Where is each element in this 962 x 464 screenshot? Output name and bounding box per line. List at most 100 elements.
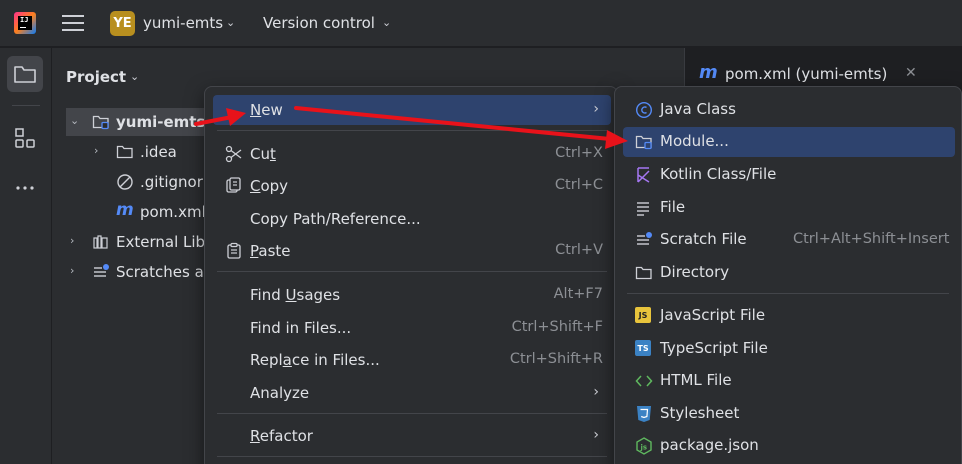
file-icon	[637, 202, 649, 216]
menu-item-label: Copy Path/Reference...	[250, 210, 421, 228]
svg-text:js: js	[640, 444, 648, 452]
tree-item-label: pom.xml	[140, 203, 206, 221]
shortcut-label: Ctrl+Shift+F	[511, 319, 603, 335]
ignore-file-icon	[117, 174, 133, 190]
project-name[interactable]: yumi-emts	[143, 14, 223, 32]
menu-item-find-in-files[interactable]: Find in Files... Ctrl+Shift+F	[213, 313, 611, 343]
html-icon	[635, 375, 653, 387]
version-control-menu[interactable]: Version control	[263, 14, 375, 32]
chevron-right-icon: ›	[593, 384, 599, 400]
more-tools-button[interactable]	[7, 170, 43, 206]
module-folder-icon	[92, 115, 109, 130]
tree-item-label: yumi-emts	[116, 113, 206, 131]
module-icon	[635, 135, 652, 150]
new-submenu: Java Class Module... Kotlin Class/File F…	[614, 86, 962, 464]
submenu-item-html[interactable]: HTML File	[623, 366, 955, 396]
chevron-right-icon[interactable]: ›	[70, 264, 74, 277]
menu-item-analyze[interactable]: Analyze ›	[213, 378, 611, 408]
scratches-icon	[94, 264, 109, 277]
menu-separator	[217, 456, 607, 457]
submenu-item-module[interactable]: Module...	[623, 127, 955, 157]
submenu-item-label: HTML File	[660, 371, 732, 389]
chevron-down-icon[interactable]: ⌄	[70, 114, 79, 127]
folder-icon	[116, 145, 133, 159]
typescript-icon: TS	[635, 340, 651, 356]
submenu-item-label: Module...	[660, 132, 729, 150]
chevron-down-icon[interactable]: ⌄	[382, 16, 391, 29]
shortcut-label: Ctrl+C	[554, 177, 603, 193]
chevron-down-icon[interactable]: ⌄	[130, 70, 139, 83]
tree-item-label: External Libr	[116, 233, 212, 251]
paste-icon	[227, 242, 241, 259]
submenu-item-typescript[interactable]: TS TypeScript File	[623, 334, 955, 364]
directory-icon	[635, 266, 652, 280]
menu-item-new[interactable]: New ›	[213, 95, 611, 125]
menu-item-paste[interactable]: Paste Ctrl+V	[213, 236, 611, 266]
menu-item-label: Paste	[250, 242, 291, 260]
chevron-right-icon: ›	[593, 101, 599, 117]
maven-icon: m	[699, 62, 718, 83]
structure-tool-button[interactable]	[7, 120, 43, 156]
menu-separator	[217, 271, 607, 272]
chevron-right-icon: ›	[593, 427, 599, 443]
submenu-item-stylesheet[interactable]: Stylesheet	[623, 399, 955, 429]
menu-item-label: Analyze	[250, 384, 310, 402]
submenu-item-java-class[interactable]: Java Class	[623, 95, 955, 125]
shortcut-label: Ctrl+V	[555, 242, 603, 258]
close-icon[interactable]: ✕	[905, 65, 917, 81]
chevron-down-icon[interactable]: ⌄	[226, 16, 235, 29]
css-icon	[637, 406, 651, 422]
folder-icon	[14, 66, 36, 83]
menu-item-copy[interactable]: Copy Ctrl+C	[213, 171, 611, 201]
submenu-item-label: Scratch File	[660, 230, 747, 248]
submenu-item-label: TypeScript File	[660, 339, 768, 357]
submenu-item-label: Directory	[660, 263, 730, 281]
shortcut-label: Alt+F7	[553, 286, 603, 302]
shortcut-label: Ctrl+Shift+R	[509, 351, 603, 367]
submenu-item-label: Kotlin Class/File	[660, 165, 777, 183]
tree-item-label: Scratches ar	[116, 263, 210, 281]
project-tool-button[interactable]	[7, 56, 43, 92]
java-class-icon	[635, 101, 653, 119]
menu-item-cut[interactable]: Cut Ctrl+X	[213, 139, 611, 169]
panel-title[interactable]: Project	[66, 68, 126, 86]
javascript-icon: JS	[635, 307, 651, 323]
submenu-item-scratch-file[interactable]: Scratch File Ctrl+Alt+Shift+Insert	[623, 225, 955, 255]
main-menu-icon[interactable]	[62, 13, 84, 33]
menu-separator	[217, 413, 607, 414]
submenu-item-label: Java Class	[660, 100, 736, 118]
submenu-item-label: Stylesheet	[660, 404, 740, 422]
submenu-item-label: JavaScript File	[660, 306, 766, 324]
menu-separator	[217, 130, 607, 131]
title-bar: IJ YE yumi-emts ⌄ Version control ⌄	[0, 0, 962, 47]
submenu-item-kotlin[interactable]: Kotlin Class/File	[623, 160, 955, 190]
intellij-logo-icon[interactable]: IJ	[14, 12, 36, 34]
context-menu: New › Cut Ctrl+X Copy Ctrl+C Copy Path/R…	[204, 86, 618, 464]
menu-item-copy-path[interactable]: Copy Path/Reference...	[213, 204, 611, 234]
tree-item-label: .gitignor	[140, 173, 203, 191]
copy-icon	[226, 177, 241, 193]
chevron-right-icon[interactable]: ›	[94, 144, 98, 157]
kotlin-icon	[637, 167, 650, 183]
submenu-item-file[interactable]: File	[623, 193, 955, 223]
submenu-item-directory[interactable]: Directory	[623, 258, 955, 288]
submenu-item-javascript[interactable]: JS JavaScript File	[623, 301, 955, 331]
menu-separator	[627, 293, 949, 294]
chevron-right-icon[interactable]: ›	[70, 234, 74, 247]
project-badge[interactable]: YE	[110, 11, 135, 36]
shortcut-label: Ctrl+Alt+Shift+Insert	[793, 231, 950, 247]
menu-item-label: Refactor	[250, 427, 313, 445]
editor-tab-label: pom.xml (yumi-emts)	[725, 65, 888, 83]
menu-item-replace-in-files[interactable]: Replace in Files... Ctrl+Shift+R	[213, 345, 611, 375]
scissors-icon	[225, 145, 242, 163]
menu-item-label: Find in Files...	[250, 319, 352, 337]
menu-item-label: Copy	[250, 177, 289, 195]
menu-item-label: Cut	[250, 145, 276, 163]
submenu-item-label: File	[660, 198, 686, 216]
library-icon	[93, 235, 108, 249]
submenu-item-package-json[interactable]: js package.json	[623, 431, 955, 461]
menu-item-refactor[interactable]: Refactor ›	[213, 421, 611, 451]
menu-item-label: Replace in Files...	[250, 351, 380, 369]
scratch-file-icon	[637, 232, 652, 245]
menu-item-find-usages[interactable]: Find Usages Alt+F7	[213, 280, 611, 310]
